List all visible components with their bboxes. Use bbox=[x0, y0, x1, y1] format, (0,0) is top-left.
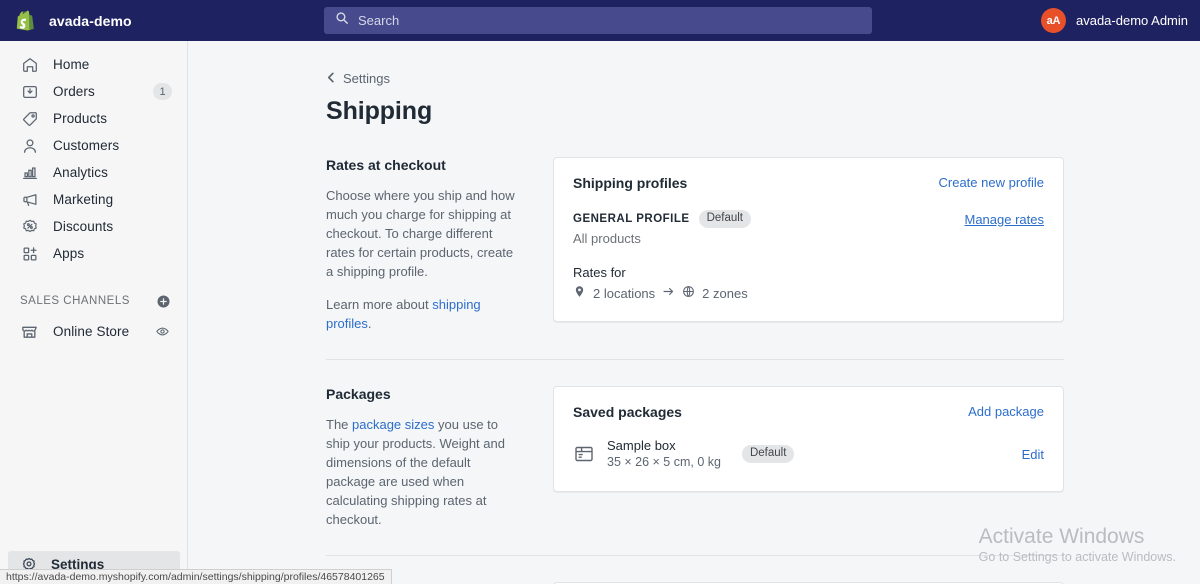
breadcrumb[interactable]: Settings bbox=[326, 71, 1200, 86]
section-divider bbox=[326, 555, 1064, 556]
watermark-subtitle: Go to Settings to activate Windows. bbox=[978, 550, 1176, 564]
card-title: Saved packages bbox=[573, 404, 682, 420]
saved-packages-card: Saved packages Add package Sample box 35… bbox=[553, 386, 1064, 492]
profile-heading: GENERAL PROFILE Default bbox=[573, 210, 751, 228]
discounts-percent-icon bbox=[20, 217, 39, 236]
avatar: aA bbox=[1040, 8, 1066, 33]
zones-count: 2 zones bbox=[702, 285, 748, 301]
search-icon bbox=[335, 11, 349, 30]
sidebar-nav: Home Orders 1 Products Customers Analyti… bbox=[0, 41, 187, 266]
search-placeholder: Search bbox=[358, 13, 400, 28]
sidebar-item-analytics[interactable]: Analytics bbox=[8, 160, 179, 185]
sidebar-item-apps[interactable]: Apps bbox=[8, 241, 179, 266]
globe-icon bbox=[682, 285, 695, 301]
sidebar-item-label: Customers bbox=[53, 138, 120, 153]
shipping-profiles-card-wrap: Shipping profiles Create new profile GEN… bbox=[553, 157, 1064, 333]
shipping-profiles-card: Shipping profiles Create new profile GEN… bbox=[553, 157, 1064, 322]
package-box-icon bbox=[573, 443, 595, 465]
section-title: Packages bbox=[326, 386, 391, 402]
marketing-megaphone-icon bbox=[20, 190, 39, 209]
location-pin-icon bbox=[573, 285, 586, 301]
sidebar-item-label: Marketing bbox=[53, 192, 114, 207]
package-sizes-link[interactable]: package sizes bbox=[352, 417, 434, 432]
sidebar-item-home[interactable]: Home bbox=[8, 52, 179, 77]
orders-icon bbox=[20, 82, 39, 101]
sidebar: Home Orders 1 Products Customers Analyti… bbox=[0, 41, 188, 584]
home-icon bbox=[20, 55, 39, 74]
chevron-left-icon bbox=[326, 71, 337, 86]
sidebar-item-orders[interactable]: Orders 1 bbox=[8, 79, 179, 104]
profile-subtitle: All products bbox=[573, 231, 641, 246]
manage-rates-link[interactable]: Manage rates bbox=[965, 212, 1045, 227]
sidebar-item-label: Home bbox=[53, 57, 90, 72]
section-description: Rates at checkout Choose where you ship … bbox=[326, 157, 553, 333]
store-name: avada-demo bbox=[49, 12, 132, 29]
store-brand[interactable]: avada-demo bbox=[0, 8, 310, 33]
section-paragraph: The package sizes you use to ship your p… bbox=[326, 417, 505, 527]
sidebar-item-label: Products bbox=[53, 111, 108, 126]
sidebar-item-products[interactable]: Products bbox=[8, 106, 179, 131]
top-bar: avada-demo Search aA avada-demo Admin bbox=[0, 0, 1200, 41]
apps-grid-plus-icon bbox=[20, 244, 39, 263]
arrow-right-icon bbox=[662, 285, 675, 301]
saved-packages-card-wrap: Saved packages Add package Sample box 35… bbox=[553, 386, 1064, 529]
sidebar-item-label: Apps bbox=[53, 246, 85, 261]
default-badge: Default bbox=[741, 445, 795, 463]
sidebar-item-marketing[interactable]: Marketing bbox=[8, 187, 179, 212]
section-paragraph: Choose where you ship and how much you c… bbox=[326, 188, 515, 279]
section-title: Rates at checkout bbox=[326, 157, 446, 173]
section-description: Packages The package sizes you use to sh… bbox=[326, 386, 553, 529]
profile-name: GENERAL PROFILE bbox=[573, 213, 690, 225]
sidebar-item-discounts[interactable]: Discounts bbox=[8, 214, 179, 239]
user-menu[interactable]: aA avada-demo Admin bbox=[1040, 0, 1188, 41]
windows-activation-watermark: Activate Windows Go to Settings to activ… bbox=[979, 523, 1176, 564]
create-new-profile-link[interactable]: Create new profile bbox=[939, 175, 1045, 190]
default-badge: Default bbox=[698, 210, 751, 228]
online-store-icon bbox=[20, 322, 39, 341]
sidebar-item-online-store[interactable]: Online Store bbox=[8, 318, 179, 344]
sales-channels-header: SALES CHANNELS bbox=[0, 290, 187, 312]
add-package-link[interactable]: Add package bbox=[968, 404, 1044, 419]
main-content: Settings Shipping Rates at checkout Choo… bbox=[188, 41, 1200, 584]
customers-person-icon bbox=[20, 136, 39, 155]
package-dimensions: 35 × 26 × 5 cm, 0 kg bbox=[607, 455, 721, 469]
shopify-bag-icon bbox=[13, 8, 38, 33]
page-header: Settings Shipping bbox=[188, 41, 1200, 126]
orders-badge: 1 bbox=[153, 83, 172, 100]
sidebar-item-customers[interactable]: Customers bbox=[8, 133, 179, 158]
section-divider bbox=[326, 359, 1064, 360]
eye-icon[interactable] bbox=[155, 324, 170, 339]
search-input[interactable]: Search bbox=[324, 7, 872, 34]
sidebar-item-label: Analytics bbox=[53, 165, 108, 180]
products-tag-icon bbox=[20, 109, 39, 128]
analytics-bars-icon bbox=[20, 163, 39, 182]
user-name: avada-demo Admin bbox=[1075, 13, 1188, 28]
status-bar-url: https://avada-demo.myshopify.com/admin/s… bbox=[0, 569, 392, 584]
rates-summary: 2 locations 2 zones bbox=[573, 285, 1044, 301]
sidebar-item-label: Orders bbox=[53, 84, 95, 99]
sidebar-item-label: Online Store bbox=[53, 323, 130, 339]
section-packages: Packages The package sizes you use to sh… bbox=[188, 386, 1200, 529]
package-list-item: Sample box 35 × 26 × 5 cm, 0 kg Default … bbox=[573, 437, 1044, 471]
plus-circle-icon[interactable] bbox=[156, 294, 171, 309]
package-name: Sample box bbox=[607, 438, 676, 453]
locations-count: 2 locations bbox=[593, 285, 656, 301]
rates-for-label: Rates for bbox=[573, 265, 626, 280]
sidebar-item-label: Discounts bbox=[53, 219, 114, 234]
edit-package-link[interactable]: Edit bbox=[1022, 447, 1044, 462]
breadcrumb-label: Settings bbox=[343, 71, 390, 86]
card-title: Shipping profiles bbox=[573, 175, 688, 191]
page-title: Shipping bbox=[326, 97, 433, 125]
section-learn-more: Learn more about shipping profiles. bbox=[326, 297, 481, 331]
section-rates-at-checkout: Rates at checkout Choose where you ship … bbox=[188, 157, 1200, 333]
sales-channels-title: SALES CHANNELS bbox=[20, 295, 130, 307]
